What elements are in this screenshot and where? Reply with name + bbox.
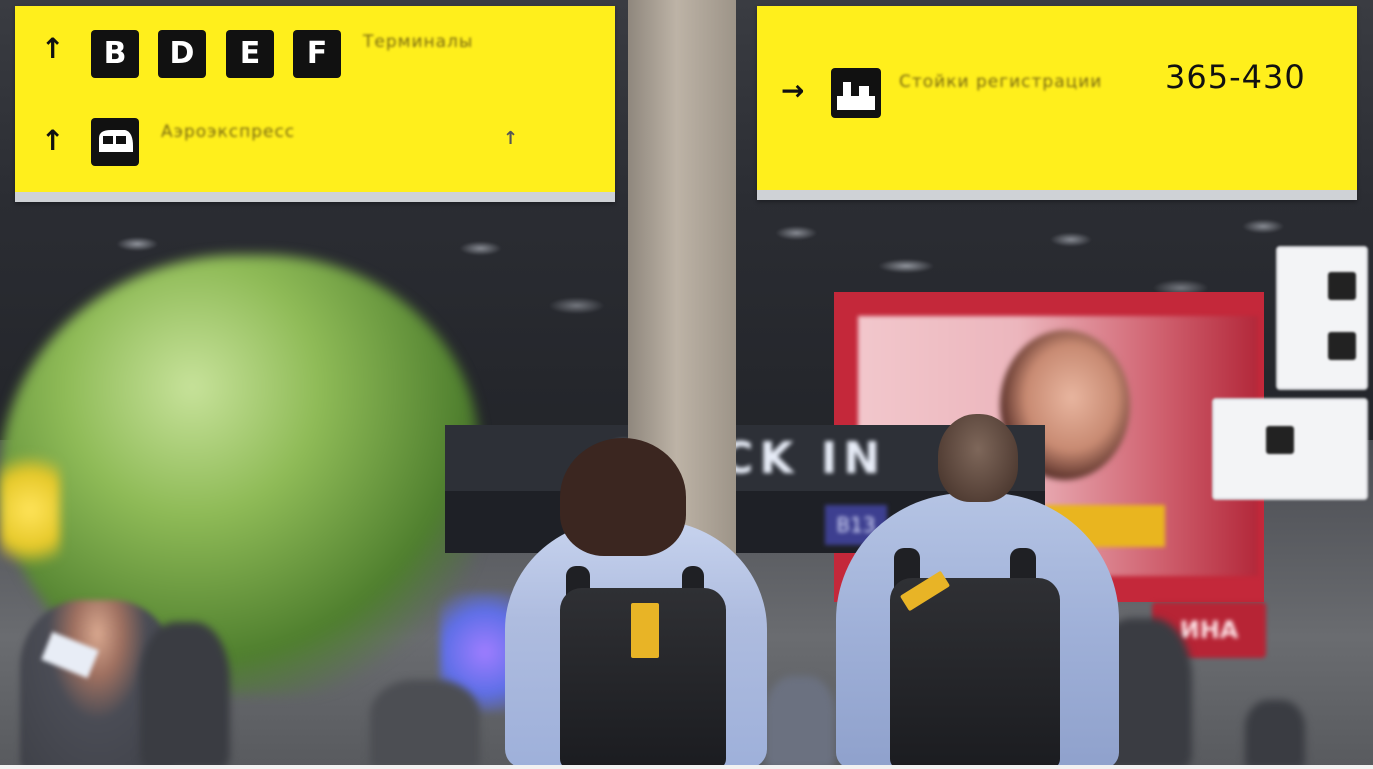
bottom-border — [0, 765, 1373, 769]
background-person — [370, 680, 480, 769]
overhead-sign-terminals: ↑ B D E F Терминалы ↑ Аэроэкспресс ↑ — [15, 6, 615, 202]
direction-sign-right-bottom — [1212, 398, 1368, 500]
wc-icon — [1328, 272, 1356, 300]
traveller-woman-hair — [560, 438, 686, 556]
direction-sign-right-top — [1276, 246, 1368, 390]
elevator-icon — [1266, 426, 1294, 454]
yellow-light-blur — [0, 455, 60, 565]
train-icon — [91, 118, 139, 166]
transit-icon — [1328, 332, 1356, 360]
terminal-letter-e: E — [226, 30, 274, 78]
background-person — [765, 676, 835, 769]
terminal-letter-b: B — [91, 30, 139, 78]
arrow-right-icon: → — [781, 74, 805, 107]
airport-terminal-scene: CHECK IN B13 ИНА ↑ B D E F Терминалы ↑ А… — [0, 0, 1373, 769]
terminal-letter-f: F — [293, 30, 341, 78]
arrow-up-icon: ↑ — [41, 32, 65, 65]
terminal-letter-d: D — [158, 30, 206, 78]
background-person — [1245, 700, 1305, 769]
arrow-up-icon: ↑ — [41, 124, 65, 157]
checkin-desk-icon — [831, 68, 881, 118]
traveller-man-head — [938, 414, 1018, 502]
arrow-up-small-icon: ↑ — [503, 128, 519, 149]
background-person — [140, 622, 230, 769]
aeroexpress-label: Аэроэкспресс — [161, 122, 296, 142]
terminals-label: Терминалы — [363, 32, 474, 52]
checkin-desks-label: Стойки регистрации — [899, 72, 1103, 92]
checkin-desk-range: 365-430 — [1165, 58, 1306, 96]
luggage-tag — [631, 603, 659, 658]
overhead-sign-checkin: → Стойки регистрации — [757, 6, 1357, 200]
